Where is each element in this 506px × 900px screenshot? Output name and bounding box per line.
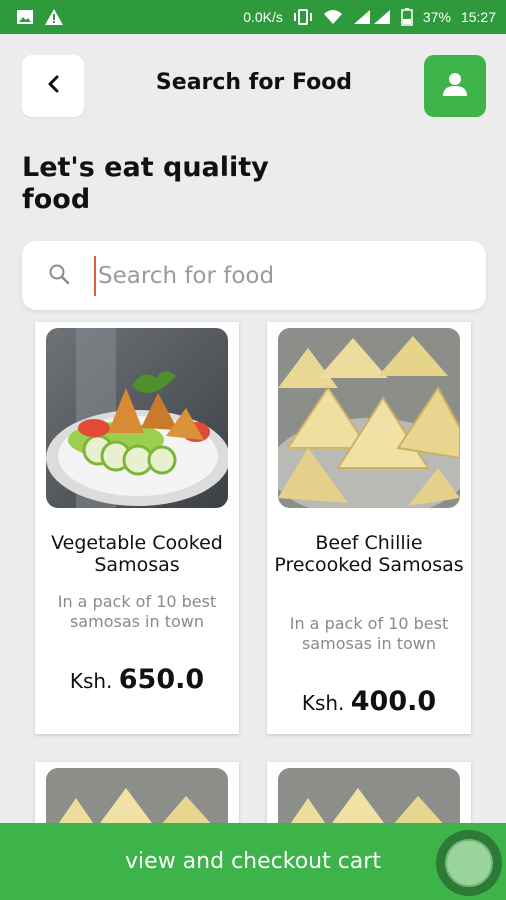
- back-button[interactable]: [22, 55, 84, 117]
- image-notification-icon: [16, 9, 34, 25]
- price-amount: 400.0: [350, 686, 437, 717]
- headline: Let's eat quality food: [22, 152, 269, 215]
- signal-icon: [353, 9, 391, 25]
- search-icon[interactable]: [48, 263, 70, 289]
- search-bar[interactable]: [22, 241, 486, 310]
- profile-button[interactable]: [424, 55, 486, 117]
- vibrate-icon: [293, 9, 313, 25]
- battery-icon: [401, 8, 413, 26]
- product-image: [278, 328, 460, 508]
- product-image: [46, 328, 228, 508]
- floating-action-button[interactable]: [436, 830, 502, 896]
- page-title: Search for Food: [155, 70, 353, 95]
- price-currency: Ksh.: [301, 691, 345, 715]
- product-description: In a pack of 10 best samosas in town: [57, 592, 217, 631]
- chevron-left-icon: [46, 74, 60, 98]
- network-speed: 0.0K/s: [243, 9, 283, 25]
- product-name: Beef Chillie Precooked Samosas: [274, 532, 464, 576]
- wifi-icon: [323, 9, 343, 25]
- product-price: Ksh. 400.0: [267, 686, 471, 717]
- price-currency: Ksh.: [69, 669, 113, 693]
- product-name: Vegetable Cooked Samosas: [51, 532, 223, 576]
- clock: 15:27: [460, 9, 496, 25]
- warning-icon: [44, 8, 64, 26]
- checkout-cart-label: view and checkout cart: [125, 849, 381, 874]
- fab-circle-icon: [445, 839, 493, 887]
- checkout-cart-button[interactable]: view and checkout cart: [0, 823, 506, 900]
- user-icon: [442, 71, 468, 101]
- product-description: In a pack of 10 best samosas in town: [289, 614, 449, 653]
- battery-level: 37%: [422, 9, 451, 25]
- product-card[interactable]: Vegetable Cooked Samosas In a pack of 10…: [35, 322, 239, 734]
- search-input[interactable]: [94, 255, 454, 296]
- status-bar: 0.0K/s 37% 15:27: [0, 0, 506, 34]
- product-price: Ksh. 650.0: [35, 664, 239, 695]
- product-card[interactable]: Beef Chillie Precooked Samosas In a pack…: [267, 322, 471, 734]
- price-amount: 650.0: [118, 664, 205, 695]
